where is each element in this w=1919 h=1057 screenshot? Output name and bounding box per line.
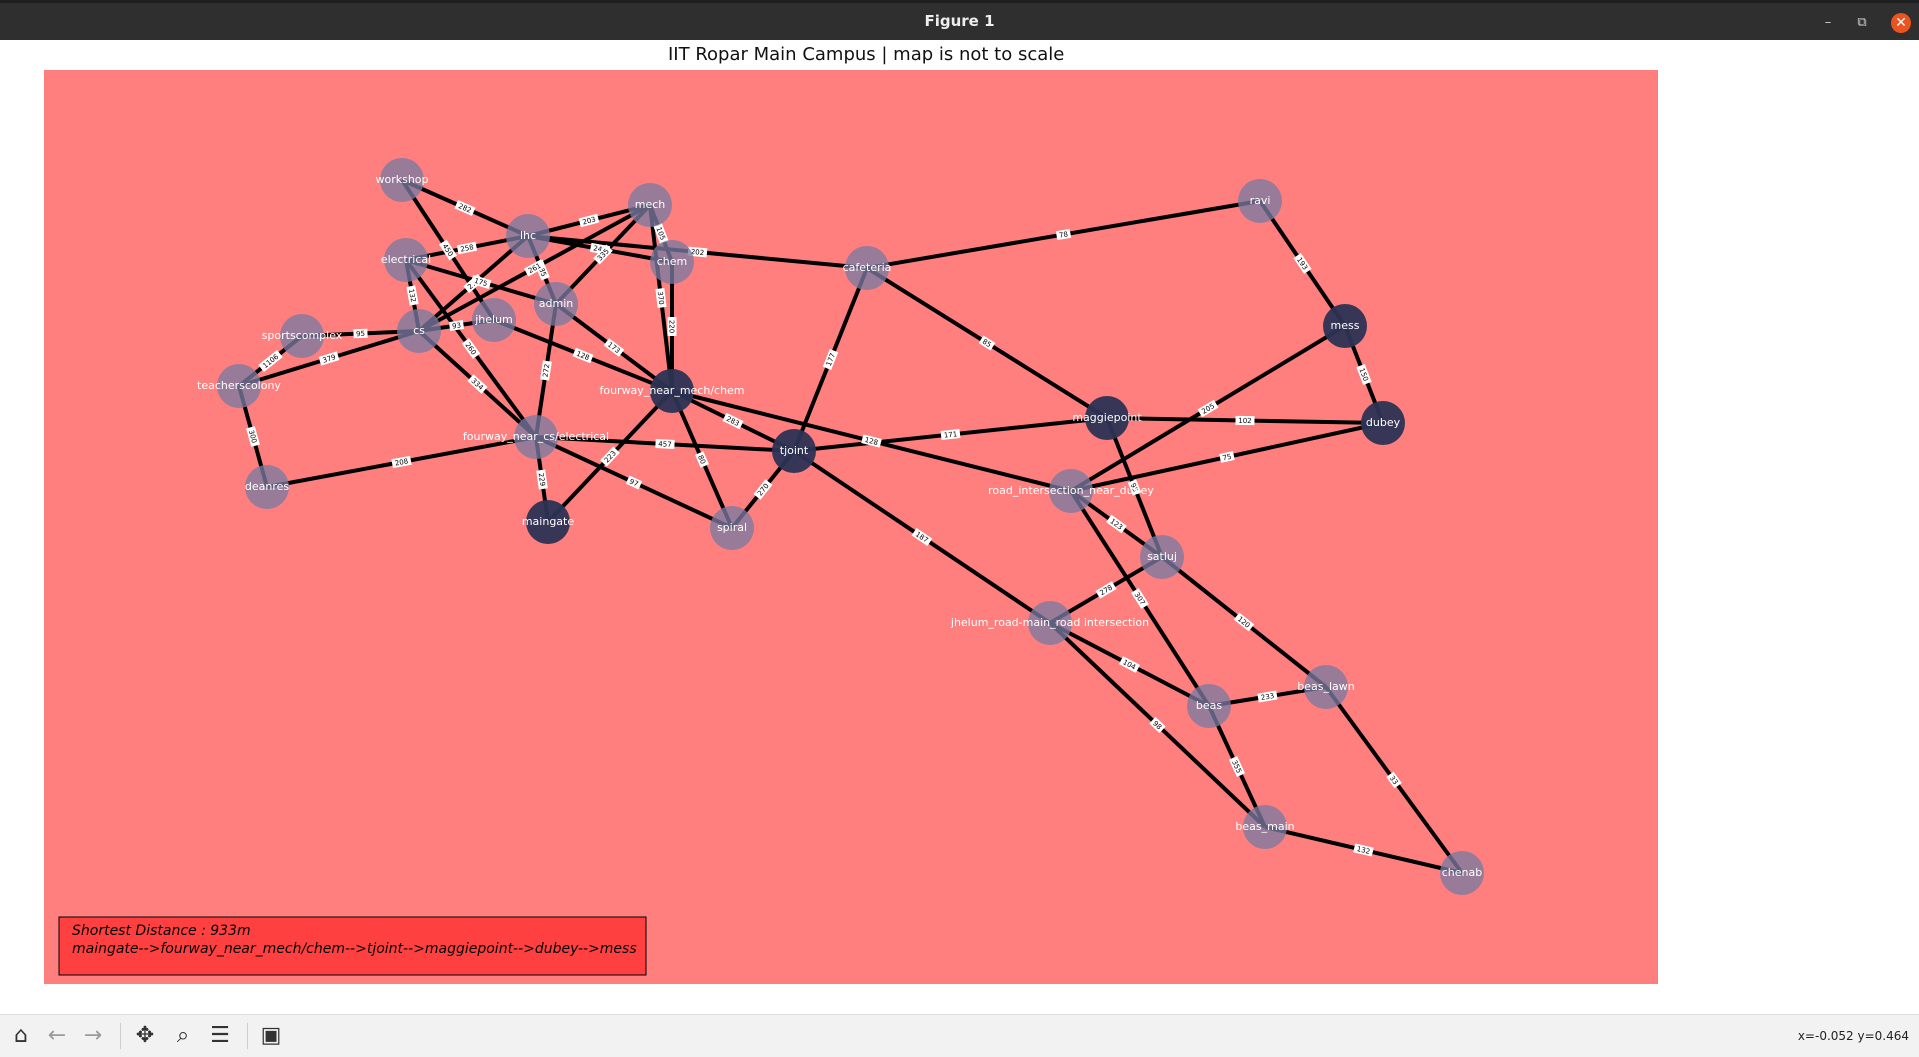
node-label-cafeteria: cafeteria bbox=[843, 261, 892, 274]
svg-text:78: 78 bbox=[1059, 230, 1069, 239]
back-icon[interactable]: ← bbox=[44, 1023, 70, 1049]
minimize-icon[interactable]: – bbox=[1819, 14, 1837, 32]
toolbar-separator bbox=[120, 1023, 121, 1049]
plot-area bbox=[44, 70, 1658, 984]
restore-icon[interactable]: ⧉ bbox=[1853, 14, 1871, 32]
node-label-chem: chem bbox=[657, 255, 688, 268]
configure-subplots-icon[interactable]: ☰ bbox=[207, 1023, 233, 1049]
shortest-path-text: maingate-->fourway_near_mech/chem-->tjoi… bbox=[72, 941, 637, 957]
zoom-icon[interactable]: ⌕ bbox=[170, 1023, 196, 1049]
svg-text:220: 220 bbox=[668, 320, 676, 333]
svg-text:95: 95 bbox=[356, 330, 365, 338]
node-label-jhelum_road: jhelum_road-main_road intersection bbox=[950, 616, 1149, 629]
info-box: Shortest Distance : 933m maingate-->four… bbox=[58, 916, 647, 976]
graph-canvas[interactable]: 2824502032491852582022793351053702612201… bbox=[0, 40, 1919, 1014]
node-label-teacherscolony: teacherscolony bbox=[197, 379, 281, 392]
node-label-maingate: maingate bbox=[522, 515, 575, 528]
node-label-sportscomplex: sportscomplex bbox=[262, 329, 343, 342]
node-label-jhelum: jhelum bbox=[474, 313, 513, 326]
shortest-distance-text: Shortest Distance : 933m bbox=[72, 923, 251, 939]
node-label-workshop: workshop bbox=[375, 173, 428, 186]
node-label-satluj: satluj bbox=[1147, 550, 1177, 563]
node-label-dubey: dubey bbox=[1366, 416, 1401, 429]
node-label-fourway_cs: fourway_near_cs/electrical bbox=[463, 430, 609, 443]
edge-weight-sportscomplex-cs: 95 bbox=[353, 328, 368, 339]
node-label-chenab: chenab bbox=[1442, 866, 1482, 879]
svg-text:93: 93 bbox=[452, 321, 462, 330]
window-titlebar: Figure 1 – ⧉ ✕ bbox=[0, 0, 1919, 40]
svg-text:171: 171 bbox=[943, 430, 957, 439]
node-label-spiral: spiral bbox=[717, 521, 747, 534]
close-icon[interactable]: ✕ bbox=[1891, 13, 1911, 33]
node-label-electrical: electrical bbox=[381, 253, 431, 266]
node-label-road_int_dubey: road_intersection_near_dubey bbox=[988, 484, 1154, 497]
save-icon[interactable]: ▣ bbox=[258, 1023, 284, 1049]
svg-text:457: 457 bbox=[658, 440, 672, 449]
node-label-mech: mech bbox=[635, 198, 666, 211]
toolbar-separator bbox=[247, 1023, 248, 1049]
figure-title: IIT Ropar Main Campus | map is not to sc… bbox=[668, 44, 1065, 65]
node-label-lhc: lhc bbox=[520, 229, 536, 242]
node-label-ravi: ravi bbox=[1250, 194, 1271, 207]
window-title: Figure 1 bbox=[924, 12, 995, 30]
node-label-admin: admin bbox=[539, 297, 573, 310]
matplotlib-toolbar: ⌂ ← → ✥ ⌕ ☰ ▣ x=-0.052 y=0.464 bbox=[0, 1014, 1919, 1057]
cursor-coordinates: x=-0.052 y=0.464 bbox=[1797, 1029, 1909, 1043]
node-label-beas_main: beas_main bbox=[1235, 820, 1294, 833]
svg-text:102: 102 bbox=[1238, 417, 1252, 425]
node-label-mess: mess bbox=[1331, 319, 1360, 332]
node-label-beas: beas bbox=[1196, 699, 1222, 712]
edge-weight-chem-fourway_mech: 220 bbox=[667, 317, 677, 336]
node-label-beas_lawn: beas_lawn bbox=[1297, 680, 1355, 693]
node-label-maggiepoint: maggiepoint bbox=[1072, 411, 1142, 424]
svg-text:370: 370 bbox=[656, 291, 666, 305]
forward-icon[interactable]: → bbox=[80, 1023, 106, 1049]
node-label-fourway_mech: fourway_near_mech/chem bbox=[599, 384, 744, 397]
home-icon[interactable]: ⌂ bbox=[8, 1023, 34, 1049]
edge-weight-fourway_cs-tjoint: 457 bbox=[655, 438, 675, 450]
pan-icon[interactable]: ✥ bbox=[132, 1023, 158, 1049]
edge-weight-maggiepoint-dubey: 102 bbox=[1235, 415, 1255, 426]
node-label-cs: cs bbox=[413, 324, 425, 337]
node-label-deanres: deanres bbox=[245, 480, 290, 493]
node-label-tjoint: tjoint bbox=[780, 444, 809, 457]
